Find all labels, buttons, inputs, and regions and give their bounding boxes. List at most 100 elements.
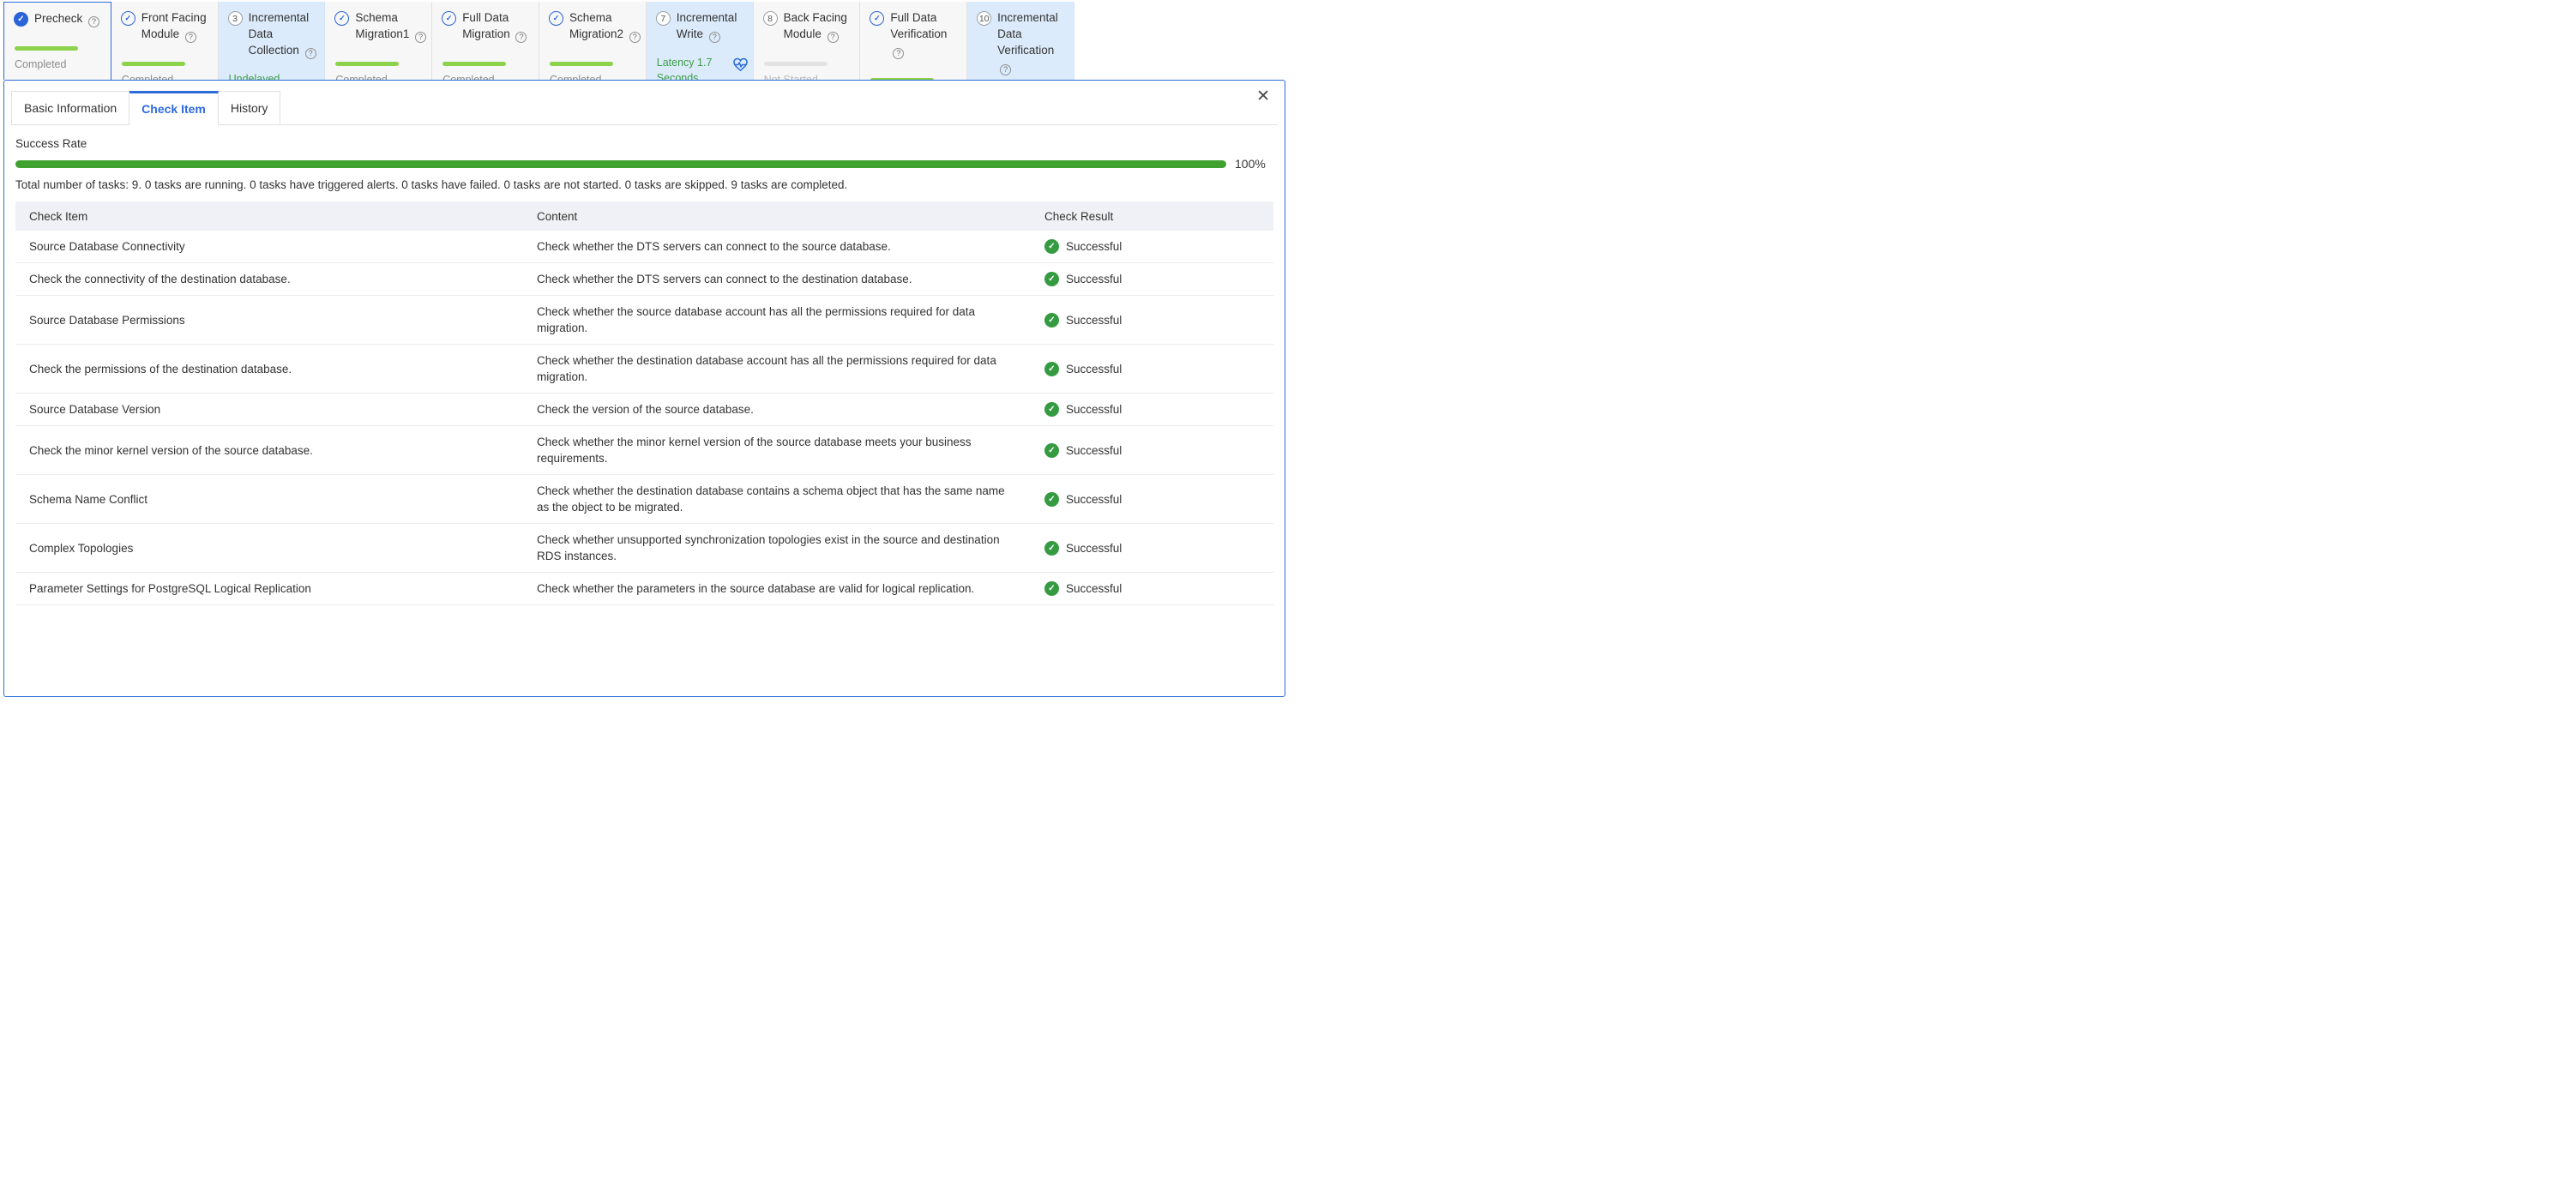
result-label: Successful [1066, 540, 1122, 556]
help-icon[interactable]: ? [185, 32, 196, 43]
step-status-text: Completed [122, 72, 213, 80]
step-number-badge: 8 [763, 11, 778, 26]
tab-check-item[interactable]: Check Item [129, 91, 219, 124]
help-icon[interactable]: ? [828, 32, 839, 43]
step-card[interactable]: 10 Incremental Data Verification ? [967, 2, 1074, 80]
step-head: ✓ Front Facing Module ? [121, 9, 213, 43]
table-row: Complex Topologies Check whether unsuppo… [15, 524, 1273, 573]
step-progress-bar [550, 62, 613, 66]
result-label: Successful [1066, 491, 1122, 508]
step-head: ✓ Full Data Verification ? [870, 9, 961, 59]
success-check-icon: ✓ [1044, 541, 1059, 556]
step-head: 7 Incremental Write ? [656, 9, 748, 43]
step-title: Full Data Verification ? [890, 9, 961, 59]
step-status-text: Completed [335, 72, 426, 80]
step-title: Precheck ? [34, 10, 105, 27]
check-result-cell: ✓ Successful [1031, 573, 1273, 604]
step-progress-bar [335, 62, 399, 66]
table-row: Source Database Connectivity Check wheth… [15, 231, 1273, 263]
step-head: ✓ Precheck ? [14, 10, 105, 27]
migration-stepper: ✓ Precheck ? Completed ✓ Front Facing Mo… [3, 2, 1074, 80]
header-check-item: Check Item [15, 210, 523, 223]
step-progress-bar [122, 62, 185, 66]
check-result-cell: ✓ Successful [1031, 231, 1273, 262]
table-row: Check the permissions of the destination… [15, 345, 1273, 394]
table-row: Source Database Permissions Check whethe… [15, 296, 1273, 345]
success-check-icon: ✓ [1044, 272, 1059, 286]
step-status-text: Completed [15, 57, 105, 72]
check-item-cell: Source Database Version [15, 394, 523, 425]
check-result-cell: ✓ Successful [1031, 435, 1273, 466]
step-card[interactable]: 7 Incremental Write ? Latency 1.7 Second… [647, 2, 754, 80]
header-content: Content [523, 210, 1031, 223]
step-head: ✓ Schema Migration2 ? [549, 9, 641, 43]
step-head: 3 Incremental Data Collection ? [228, 9, 320, 59]
check-outline-icon: ✓ [442, 11, 456, 26]
check-result-cell: ✓ Successful [1031, 532, 1273, 564]
table-row: Source Database Version Check the versio… [15, 394, 1273, 426]
step-card[interactable]: 8 Back Facing Module ? Not Started [754, 2, 861, 80]
success-check-icon: ✓ [1044, 362, 1059, 376]
header-check-result: Check Result [1031, 210, 1273, 223]
help-icon[interactable]: ? [1000, 64, 1011, 75]
step-title: Front Facing Module ? [141, 9, 213, 43]
check-item-cell: Complex Topologies [15, 532, 523, 564]
help-icon[interactable]: ? [515, 32, 527, 43]
step-head: 8 Back Facing Module ? [763, 9, 855, 43]
tab-basic-information[interactable]: Basic Information [11, 91, 129, 124]
success-check-icon: ✓ [1044, 492, 1059, 507]
step-title: Schema Migration1 ? [355, 9, 426, 43]
step-card[interactable]: ✓ Front Facing Module ? Completed [111, 2, 219, 80]
step-head: ✓ Schema Migration1 ? [334, 9, 426, 43]
help-icon[interactable]: ? [709, 32, 720, 43]
step-title: Schema Migration2 ? [569, 9, 641, 43]
check-outline-icon: ✓ [870, 11, 884, 26]
table-row: Schema Name Conflict Check whether the d… [15, 475, 1273, 524]
check-outline-icon: ✓ [334, 11, 349, 26]
content-cell: Check whether the parameters in the sour… [523, 573, 1031, 604]
table-row: Check the connectivity of the destinatio… [15, 263, 1273, 296]
step-status-text: Completed [442, 72, 533, 80]
step-card[interactable]: ✓ Schema Migration1 ? Completed [325, 2, 432, 80]
check-result-cell: ✓ Successful [1031, 263, 1273, 295]
step-head: ✓ Full Data Migration ? [442, 9, 533, 43]
check-item-cell: Check the minor kernel version of the so… [15, 435, 523, 466]
task-summary: Total number of tasks: 9. 0 tasks are ru… [15, 178, 1273, 191]
check-outline-icon: ✓ [549, 11, 563, 26]
table-row: Parameter Settings for PostgreSQL Logica… [15, 573, 1273, 605]
help-icon[interactable]: ? [305, 48, 316, 59]
result-label: Successful [1066, 238, 1122, 255]
content-cell: Check whether the DTS servers can connec… [523, 263, 1031, 295]
content-cell: Check the version of the source database… [523, 394, 1031, 425]
check-item-cell: Check the permissions of the destination… [15, 353, 523, 385]
help-icon[interactable]: ? [893, 48, 904, 59]
check-detail-panel: ✕ Basic Information Check Item History S… [3, 80, 1285, 697]
step-card[interactable]: ✓ Precheck ? Completed [3, 2, 111, 80]
help-icon[interactable]: ? [88, 16, 99, 27]
heartbeat-monitor-icon[interactable] [732, 57, 749, 72]
tab-history[interactable]: History [219, 91, 281, 124]
check-item-cell: Check the connectivity of the destinatio… [15, 263, 523, 295]
step-title: Incremental Data Collection ? [249, 9, 320, 59]
step-number-badge: 3 [228, 11, 243, 26]
close-icon[interactable]: ✕ [1256, 88, 1270, 105]
step-title: Back Facing Module ? [784, 9, 855, 43]
step-card[interactable]: ✓ Full Data Verification ? [860, 2, 967, 80]
check-item-table: Check Item Content Check Result Source D… [15, 201, 1273, 605]
check-result-cell: ✓ Successful [1031, 353, 1273, 385]
check-item-cell: Source Database Permissions [15, 304, 523, 336]
step-status-text: Completed [550, 72, 641, 80]
result-label: Successful [1066, 361, 1122, 377]
step-card[interactable]: ✓ Full Data Migration ? Completed [432, 2, 539, 80]
result-label: Successful [1066, 312, 1122, 328]
help-icon[interactable]: ? [415, 32, 426, 43]
result-label: Successful [1066, 271, 1122, 287]
step-card[interactable]: 3 Incremental Data Collection ? Undelaye… [219, 2, 326, 80]
help-icon[interactable]: ? [629, 32, 641, 43]
step-progress-bar [442, 62, 506, 66]
step-card[interactable]: ✓ Schema Migration2 ? Completed [539, 2, 647, 80]
check-item-cell: Source Database Connectivity [15, 231, 523, 262]
table-header: Check Item Content Check Result [15, 201, 1273, 231]
check-result-cell: ✓ Successful [1031, 484, 1273, 515]
check-item-cell: Parameter Settings for PostgreSQL Logica… [15, 573, 523, 604]
